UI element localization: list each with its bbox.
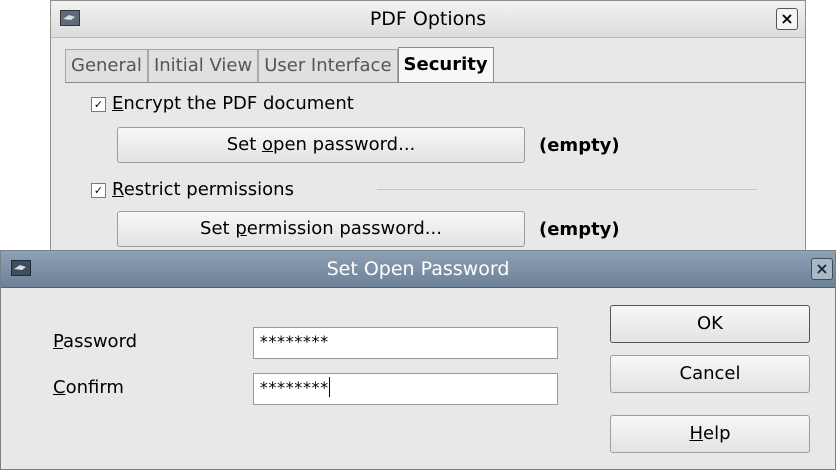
password-field[interactable]: ******** <box>253 327 558 359</box>
open-password-status: (empty) <box>539 135 620 156</box>
tab-general[interactable]: General <box>65 49 148 83</box>
close-icon[interactable]: × <box>811 258 833 280</box>
cancel-button[interactable]: Cancel <box>610 355 810 393</box>
button-label: Set <box>200 218 236 239</box>
help-button[interactable]: Help <box>610 415 810 453</box>
check-icon: ✓ <box>91 97 106 112</box>
set-permission-password-button[interactable]: Set permission password... <box>117 211 525 247</box>
confirm-label-mnemonic: C <box>53 377 66 398</box>
tab-security[interactable]: Security <box>397 47 494 83</box>
encrypt-pdf-checkbox[interactable]: ✓ Encrypt the PDF document <box>91 93 354 114</box>
password-label-text: assword <box>63 331 138 352</box>
ok-button[interactable]: OK <box>610 305 810 343</box>
check-icon: ✓ <box>91 183 106 198</box>
confirm-value: ******** <box>259 378 329 397</box>
button-mnemonic: p <box>235 218 247 239</box>
set-open-password-title: Set Open Password <box>326 258 510 280</box>
separator-line <box>377 189 757 190</box>
button-mnemonic: o <box>262 134 274 155</box>
confirm-label: Confirm <box>53 377 124 398</box>
restrict-label: estrict permissions <box>123 179 294 200</box>
restrict-permissions-checkbox[interactable]: ✓ Restrict permissions <box>91 179 294 200</box>
set-open-password-dialog: Set Open Password × Password ******** Co… <box>0 250 836 470</box>
encrypt-label-mnemonic: E <box>112 93 124 114</box>
set-open-password-button[interactable]: Set open password... <box>117 127 525 163</box>
password-label: Password <box>53 331 137 352</box>
password-value: ******** <box>259 332 329 351</box>
button-label: ermission password... <box>246 218 442 239</box>
tab-initial-view[interactable]: Initial View <box>147 49 259 83</box>
pdf-options-titlebar[interactable]: PDF Options × <box>51 1 805 38</box>
tab-user-interface[interactable]: User Interface <box>258 49 398 83</box>
confirm-label-text: onfirm <box>65 377 124 398</box>
help-mnemonic: H <box>689 423 704 444</box>
encrypt-label: ncrypt the PDF document <box>123 93 354 114</box>
confirm-field[interactable]: ******** <box>253 373 558 405</box>
button-label: Set <box>226 134 262 155</box>
set-open-password-titlebar[interactable]: Set Open Password × <box>1 251 835 288</box>
text-caret <box>329 377 331 397</box>
help-label: elp <box>703 423 731 444</box>
tab-bar: General Initial View User Interface Secu… <box>65 47 494 83</box>
permission-password-status: (empty) <box>539 219 620 240</box>
close-icon[interactable]: × <box>776 8 798 30</box>
restrict-label-mnemonic: R <box>112 179 124 200</box>
button-label: pen password... <box>273 134 416 155</box>
pdf-options-title: PDF Options <box>369 8 487 30</box>
password-label-mnemonic: P <box>53 331 64 352</box>
